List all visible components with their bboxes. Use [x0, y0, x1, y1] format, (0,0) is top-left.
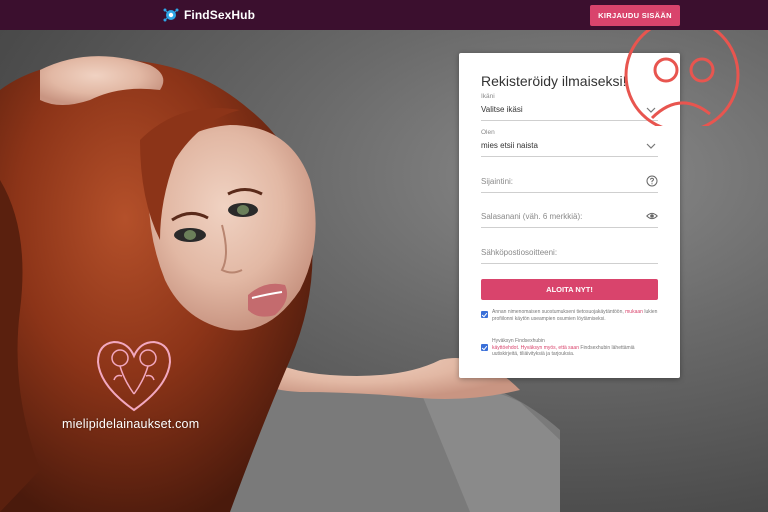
consent2-text-before: Hyväksyn Findsexhubin — [492, 338, 545, 344]
login-button[interactable]: KIRJAUDU SISÄÄN — [590, 5, 680, 26]
checkbox-checked-icon[interactable] — [481, 311, 488, 318]
gender-select[interactable]: Olen mies etsii naista — [481, 129, 658, 157]
location-placeholder: Sijaintini: — [481, 177, 514, 186]
password-field[interactable]: Salasanani (väh. 6 merkkiä): — [481, 206, 658, 228]
rose-heart-icon — [96, 340, 172, 412]
sad-face-icon — [624, 30, 740, 126]
privacy-consent: Annan nimenomaisen suostumukseni tietosu… — [481, 309, 658, 331]
gender-value: mies etsii naista — [481, 141, 538, 150]
top-navigation-bar: FindSexHub KIRJAUDU SISÄÄN — [0, 0, 768, 30]
email-placeholder: Sähköpostiosoitteeni: — [481, 248, 558, 257]
watermark-text: mielipidelainaukset.com — [62, 417, 200, 431]
terms-consent-text: Hyväksyn Findsexhubin käyttöehdot. Hyväk… — [492, 338, 635, 358]
form-title: Rekisteröidy ilmaiseksi! — [481, 73, 627, 89]
terms-consent: Hyväksyn Findsexhubin käyttöehdot. Hyväk… — [481, 338, 658, 360]
checkbox-checked-icon[interactable] — [481, 344, 488, 351]
start-now-button[interactable]: ALOITA NYT! — [481, 279, 658, 300]
consent1-link[interactable]: mukaan — [625, 309, 643, 315]
terms-link[interactable]: käyttöehdot — [492, 345, 518, 351]
age-label: Ikäni — [481, 93, 495, 100]
location-field[interactable]: Sijaintini: — [481, 171, 658, 193]
chevron-down-icon — [646, 143, 656, 149]
question-circle-icon[interactable] — [646, 175, 658, 187]
logo-text: FindSexHub — [184, 8, 256, 22]
consent1-text-before: Annan nimenomaisen suostumukseni tietosu… — [492, 309, 624, 315]
email-field[interactable]: Sähköpostiosoitteeni: — [481, 242, 658, 264]
gender-label: Olen — [481, 129, 495, 136]
eye-icon[interactable] — [646, 210, 658, 222]
age-value: Valitse ikäsi — [481, 105, 523, 114]
site-logo[interactable]: FindSexHub — [162, 5, 255, 25]
logo-icon — [162, 6, 180, 24]
newsletter-consent-link[interactable]: Hyväksyn myös, että saan — [521, 345, 579, 351]
password-placeholder: Salasanani (väh. 6 merkkiä): — [481, 212, 583, 221]
privacy-consent-text: Annan nimenomaisen suostumukseni tietosu… — [492, 309, 660, 322]
